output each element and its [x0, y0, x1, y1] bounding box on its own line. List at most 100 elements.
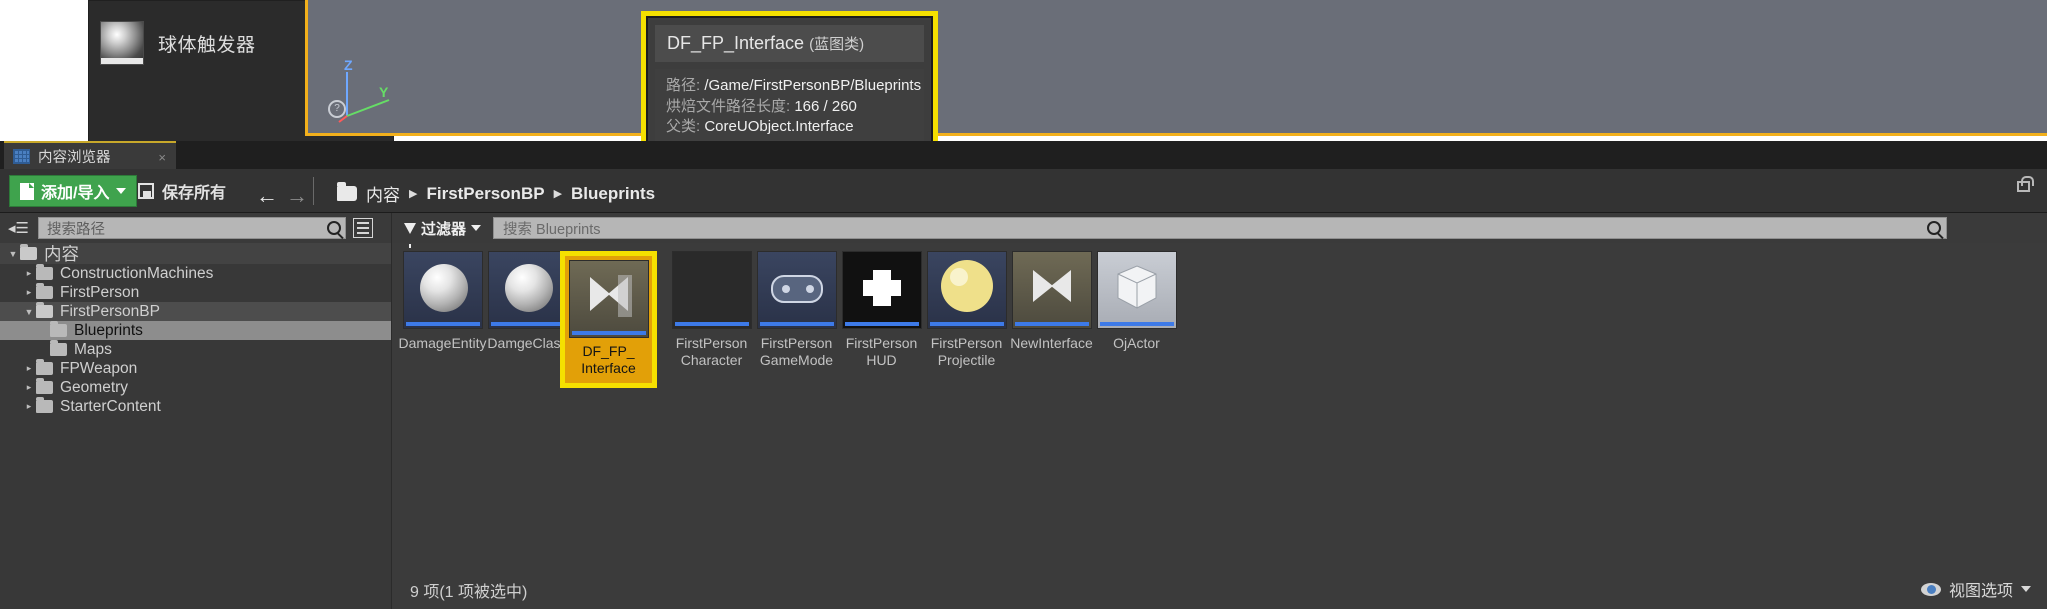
- asset-thumbnail: [487, 251, 568, 329]
- view-options-button[interactable]: 视图选项: [1920, 577, 2031, 601]
- add-import-label: 添加/导入: [41, 185, 110, 202]
- eye-icon: [1920, 582, 1941, 596]
- chevron-down-icon: [471, 225, 482, 231]
- list-view-icon[interactable]: [353, 218, 373, 238]
- breadcrumb-item-firstpersonbp[interactable]: FirstPersonBP: [426, 184, 544, 204]
- collapse-all-icon[interactable]: ◂☰: [8, 218, 32, 238]
- asset-tile-firstpersongamemode[interactable]: FirstPerson GameMode: [755, 251, 838, 369]
- filter-button[interactable]: 过滤器: [404, 218, 482, 248]
- twisty-closed-icon[interactable]: ▸: [22, 268, 36, 279]
- asset-thumbnail: [841, 251, 922, 329]
- tree-node-label: FirstPerson: [60, 283, 140, 301]
- asset-thumbnail: [402, 251, 483, 329]
- asset-label: FirstPerson Projectile: [930, 335, 1003, 368]
- chevron-right-icon: ▶: [553, 188, 563, 200]
- twisty-open-icon[interactable]: ▼: [22, 307, 36, 317]
- asset-search-input[interactable]: 搜索 Blueprints: [493, 217, 1948, 239]
- tab-label: 内容浏览器: [38, 149, 111, 166]
- twisty-closed-icon[interactable]: ▸: [22, 382, 36, 393]
- asset-tile-ojactor[interactable]: OjActor: [1095, 251, 1178, 369]
- tooltip-title-name: DF_FP_Interface: [667, 33, 805, 53]
- crosshair-icon: [862, 270, 901, 306]
- tree-node-blueprints[interactable]: Blueprints: [0, 321, 391, 340]
- breadcrumb: 内容 ▶ FirstPersonBP ▶ Blueprints: [337, 181, 655, 206]
- path-search-placeholder: 搜索路径: [47, 221, 105, 238]
- twisty-closed-icon[interactable]: ▸: [22, 363, 36, 374]
- filter-label: 过滤器: [421, 220, 467, 238]
- viewport[interactable]: Z Y ?: [305, 0, 2047, 136]
- twisty-open-icon[interactable]: ▼: [6, 249, 20, 259]
- tab-content-browser[interactable]: 内容浏览器 ×: [4, 141, 176, 169]
- sphere-trigger-thumbnail-icon: [100, 21, 144, 65]
- tooltip-title-type: (蓝图类): [809, 36, 865, 53]
- save-icon: [138, 183, 154, 199]
- breadcrumb-item-content[interactable]: 内容: [366, 181, 400, 206]
- chevron-down-icon: [116, 188, 127, 194]
- tree-node-label: 内容: [44, 244, 79, 264]
- asset-grid: DamageEntity DamgeClass FirstPerson Char…: [399, 251, 1180, 369]
- asset-tile-newinterface[interactable]: NewInterface: [1010, 251, 1093, 369]
- axis-origin-icon: ?: [328, 100, 346, 118]
- asset-tile-damgeclass[interactable]: DamgeClass: [486, 251, 569, 369]
- folder-icon: [36, 283, 53, 299]
- axis-y-label: Y: [379, 84, 389, 100]
- blueprint-arrows-icon: [1032, 270, 1071, 302]
- asset-thumbnail: [1011, 251, 1092, 329]
- asset-tile-damageentity[interactable]: DamageEntity: [399, 251, 486, 369]
- asset-thumbnail: [1096, 251, 1177, 329]
- asset-label: DamgeClass: [487, 335, 568, 351]
- search-icon: [327, 221, 341, 235]
- add-import-button[interactable]: 添加/导入: [9, 175, 138, 207]
- content-browser-icon: [13, 148, 30, 164]
- tree-node-maps[interactable]: Maps: [0, 340, 391, 359]
- close-icon[interactable]: ×: [158, 150, 166, 165]
- axis-z-label: Z: [344, 57, 353, 73]
- tree-node-label: ConstructionMachines: [60, 264, 214, 282]
- path-search-input[interactable]: 搜索路径: [38, 217, 346, 239]
- toolbar-divider: [313, 177, 314, 205]
- tree-node-label: Blueprints: [74, 321, 143, 339]
- asset-tile-firstpersoncharacter[interactable]: FirstPerson Character: [670, 251, 753, 369]
- tree-node-startercontent[interactable]: ▸ StarterContent: [0, 397, 391, 416]
- folder-icon: [36, 302, 53, 318]
- app-root: 球体触发器 ? Z Y ? DF_FP_Interface (蓝图类): [0, 0, 2047, 609]
- tree-node-label: FPWeapon: [60, 359, 138, 377]
- save-all-button[interactable]: 保存所有: [138, 176, 226, 206]
- twisty-closed-icon[interactable]: ▸: [22, 401, 36, 412]
- save-all-label: 保存所有: [162, 185, 227, 202]
- breadcrumb-item-blueprints[interactable]: Blueprints: [571, 184, 655, 204]
- tooltip-row: 父类: CoreUObject.Interface: [666, 118, 854, 135]
- asset-label: FirstPerson Character: [675, 335, 748, 368]
- asset-tile-firstpersonhud[interactable]: FirstPerson HUD: [840, 251, 923, 369]
- folder-icon: [36, 378, 53, 394]
- yellow-sphere-icon: [940, 260, 993, 312]
- tooltip-row: 烘焙文件路径长度: 166 / 260: [666, 97, 857, 115]
- path-tree: ▼ 内容 ▸ ConstructionMachines ▸ FirstPerso…: [0, 243, 391, 416]
- asset-count-status: 9 项(1 项被选中): [410, 584, 528, 601]
- twisty-closed-icon[interactable]: ▸: [22, 287, 36, 298]
- folder-open-icon: [337, 182, 357, 201]
- tree-node-firstpersonbp[interactable]: ▼ FirstPersonBP: [0, 302, 391, 321]
- asset-tile-firstpersonprojectile[interactable]: FirstPerson Projectile: [925, 251, 1008, 369]
- tree-node-firstperson[interactable]: ▸ FirstPerson: [0, 283, 391, 302]
- tree-node-content[interactable]: ▼ 内容: [0, 243, 391, 264]
- tree-node-constructionmachines[interactable]: ▸ ConstructionMachines: [0, 264, 391, 283]
- asset-panel: 过滤器 搜索 Blueprints DamageEntity DamgeClas…: [392, 213, 2047, 609]
- page-plus-icon: [20, 182, 34, 200]
- content-browser: 内容浏览器 × 添加/导入 保存所有 ← → 内容 ▶ FirstPersonB…: [0, 141, 2047, 609]
- back-arrow-icon[interactable]: ←: [256, 183, 278, 209]
- outliner-item-label: 球体触发器: [158, 34, 256, 56]
- filter-funnel-icon: [404, 222, 416, 248]
- forward-arrow-icon[interactable]: →: [286, 183, 308, 209]
- cube-icon: [1117, 265, 1156, 309]
- asset-label: FirstPerson GameMode: [759, 335, 834, 368]
- folder-icon: [50, 340, 67, 356]
- selected-asset-thumbnail[interactable]: [569, 260, 649, 338]
- tree-node-fpweapon[interactable]: ▸ FPWeapon: [0, 359, 391, 378]
- asset-label: FirstPerson HUD: [845, 335, 918, 368]
- path-panel: ◂☰ 搜索路径 ▼ 内容 ▸ ConstructionMachines ▸ Fi…: [0, 213, 391, 609]
- lock-icon[interactable]: [2017, 176, 2034, 192]
- chevron-right-icon: ▶: [409, 188, 418, 200]
- folder-icon: [36, 397, 53, 413]
- tree-node-geometry[interactable]: ▸ Geometry: [0, 378, 391, 397]
